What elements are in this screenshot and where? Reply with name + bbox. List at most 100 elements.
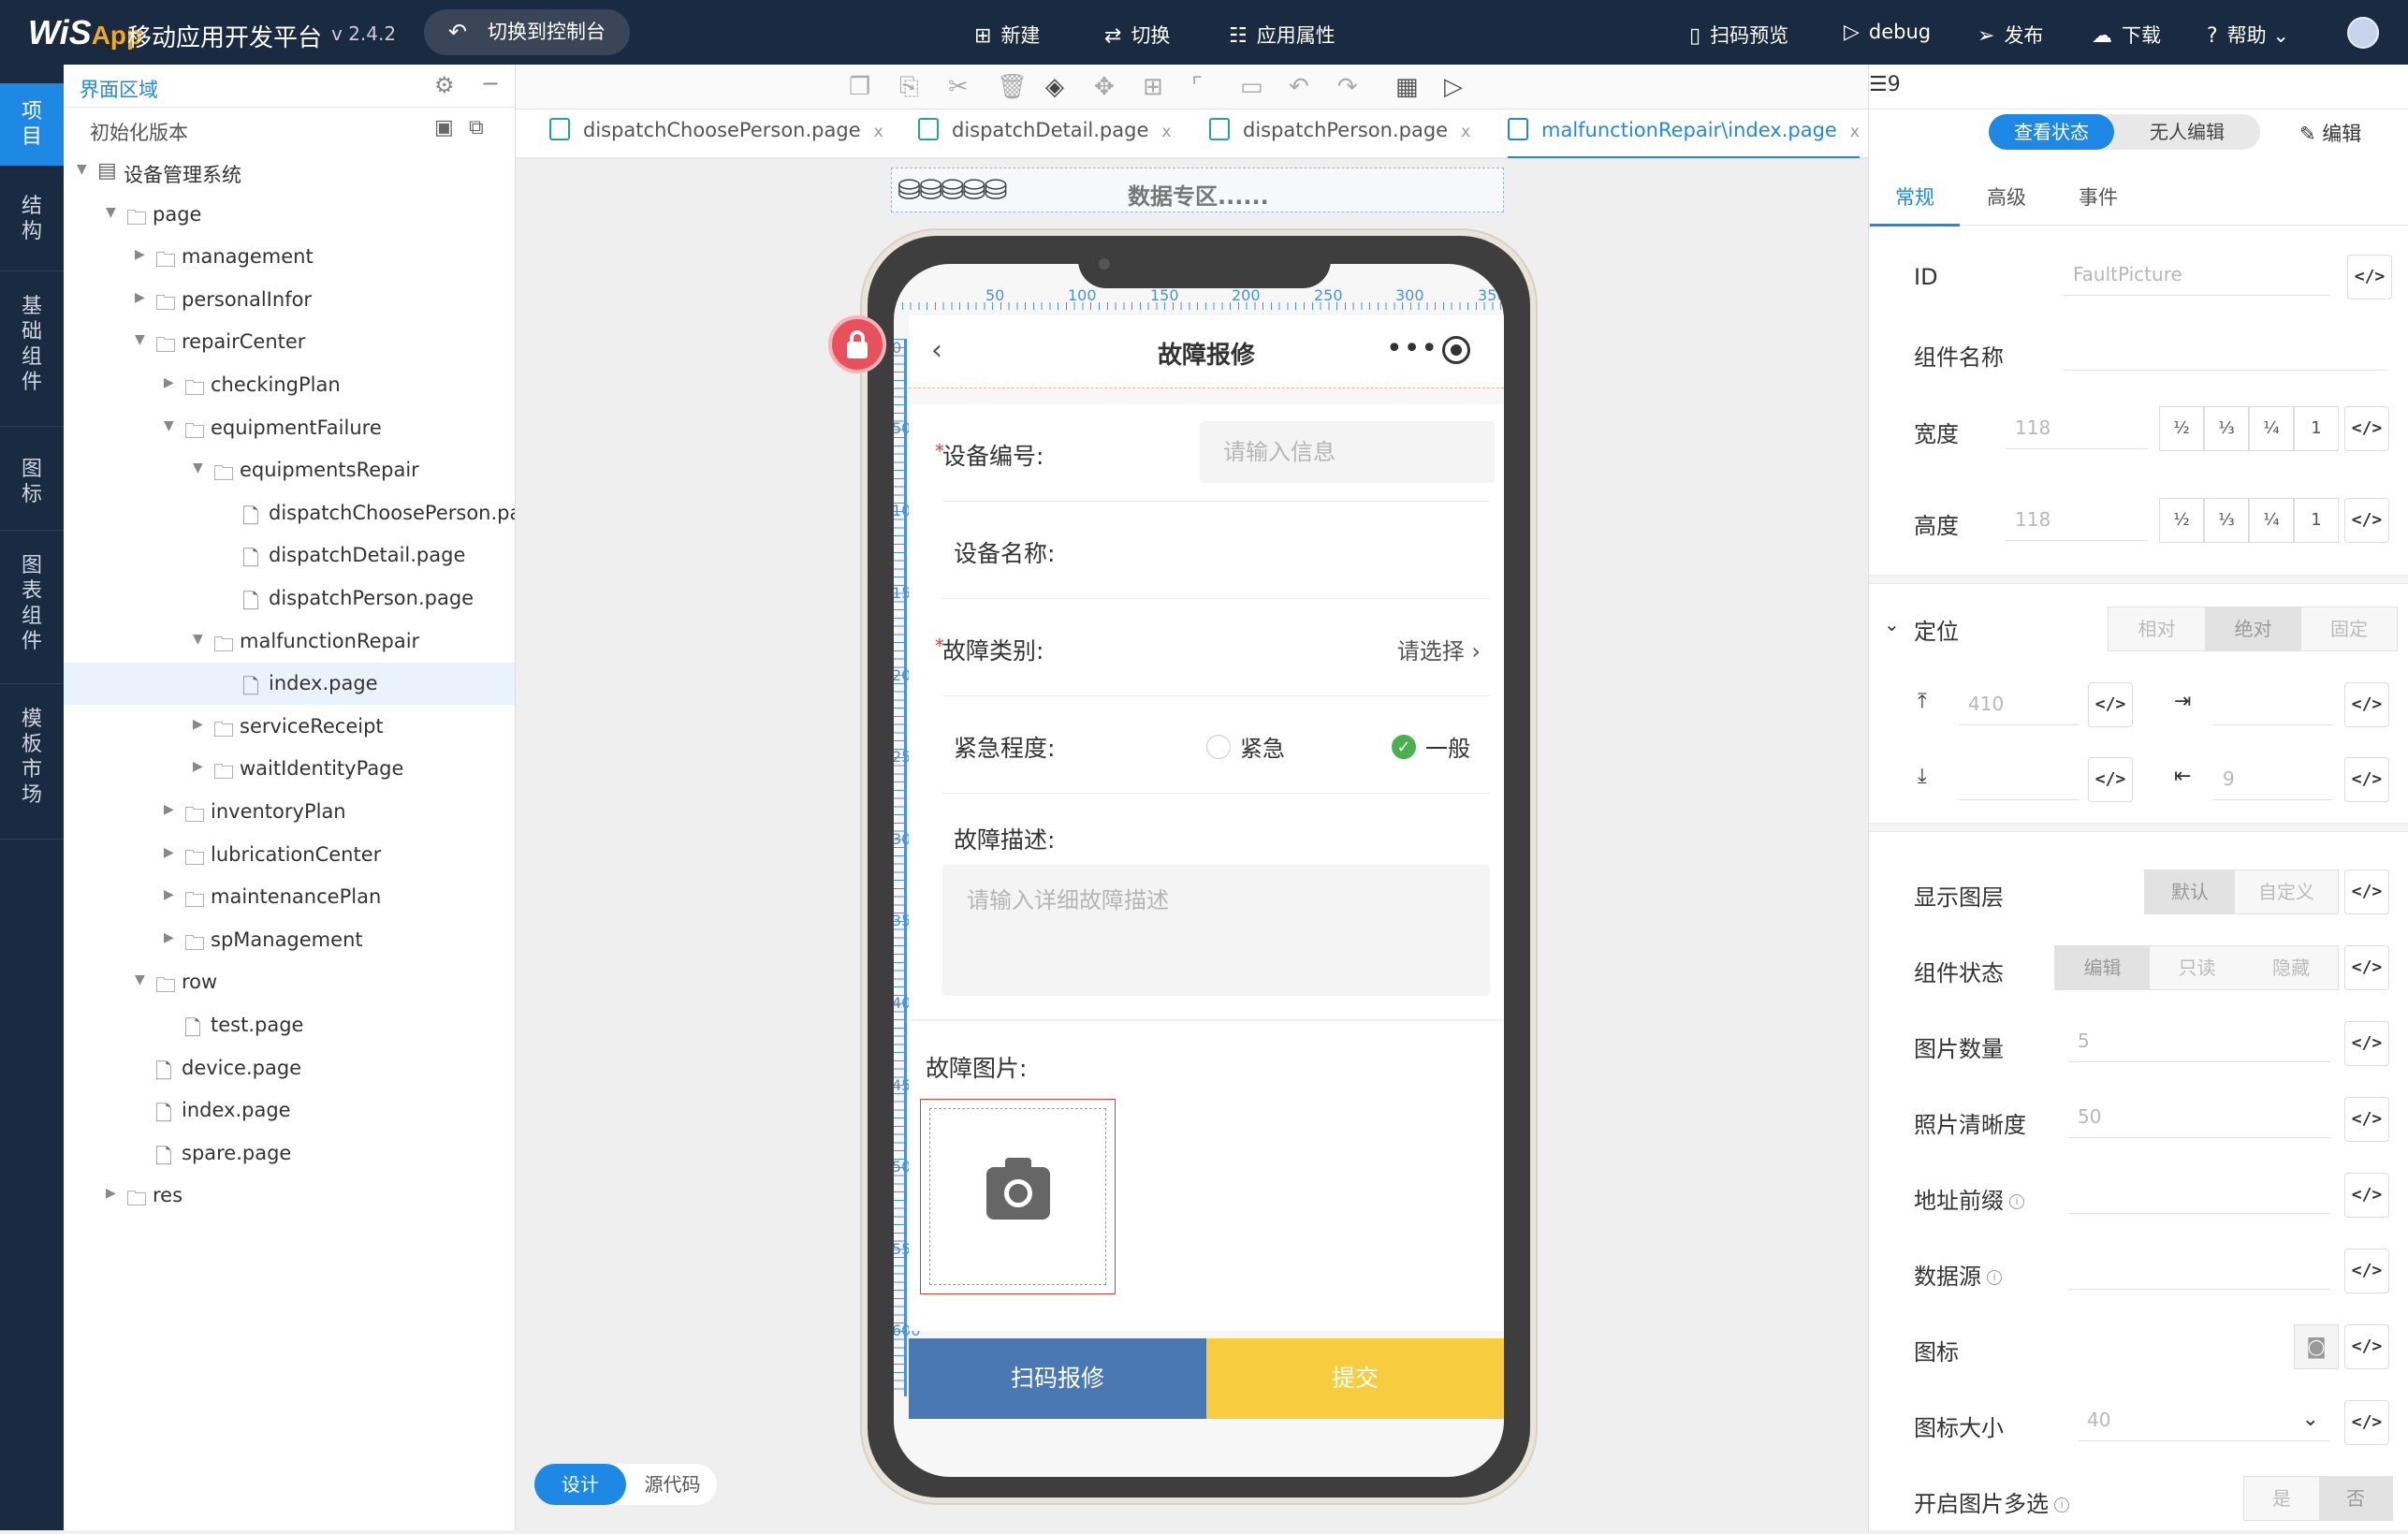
code-button[interactable]: </>	[2344, 498, 2389, 543]
desc-textarea[interactable]: 请输入详细故障描述	[942, 865, 1490, 996]
tree-item[interactable]: ▶ 🗀 checkingPlan	[64, 364, 515, 406]
caret-down-icon[interactable]: ▼	[135, 332, 145, 347]
height-input[interactable]: 118	[2006, 498, 2148, 541]
code-button[interactable]: </>	[2344, 945, 2389, 990]
fault-type-row[interactable]: * 故障类别: 请选择 ›	[935, 599, 1490, 696]
code-button[interactable]: </>	[2344, 869, 2389, 914]
layer-custom-button[interactable]: 自定义	[2235, 870, 2338, 913]
tree-item[interactable]: ▼ 🗀 repairCenter	[64, 321, 515, 363]
info-icon[interactable]: i	[1987, 1270, 2002, 1285]
multi-yes-button[interactable]: 是	[2244, 1477, 2319, 1520]
sidebar-item-template-market[interactable]: 模板市场	[0, 684, 64, 839]
tree-item[interactable]: ▶ 🗀 serviceReceipt	[64, 706, 515, 748]
code-button[interactable]: </>	[2344, 1324, 2389, 1369]
data-area[interactable]: ⛁⛁⛁⛁⛁ 数据专区......	[891, 168, 1504, 212]
code-button[interactable]: </>	[2344, 1400, 2389, 1445]
state-readonly-button[interactable]: 只读	[2150, 946, 2244, 989]
avatar[interactable]	[2347, 17, 2379, 49]
sidebar-item-structure[interactable]: 结构	[0, 166, 64, 270]
multi-no-button[interactable]: 否	[2319, 1477, 2392, 1520]
url-prefix-input[interactable]	[2068, 1171, 2330, 1214]
code-button[interactable]: </>	[2347, 255, 2392, 299]
paste-icon[interactable]: ⎘	[899, 73, 919, 102]
submit-button[interactable]: 提交	[1206, 1338, 1504, 1419]
tab-advanced[interactable]: 高级	[1987, 183, 2026, 211]
design-mode-button[interactable]: 设计	[534, 1464, 626, 1505]
tree-item[interactable]: ▼ 🗀 equipmentsRepair	[64, 449, 515, 491]
device-no-input[interactable]: 请输入信息	[1200, 421, 1495, 483]
qrcode-icon[interactable]: ▦	[1395, 73, 1419, 101]
grid-icon[interactable]: ⊞	[1143, 73, 1163, 101]
tree-item[interactable]: ▶ 🗀 waitIdentityPage	[64, 748, 515, 790]
tree-item[interactable]: ▶ 🗀 management	[64, 236, 515, 278]
info-icon[interactable]: i	[2009, 1194, 2024, 1209]
tree-item[interactable]: 🗋 device.page	[64, 1047, 515, 1089]
tree-item[interactable]: 🗋 index.page	[64, 1089, 515, 1132]
move-icon[interactable]: ✥	[1094, 73, 1115, 101]
caret-down-icon[interactable]: ▼	[106, 205, 116, 220]
caret-right-icon[interactable]: ▶	[164, 887, 174, 902]
sidebar-item-basic-components[interactable]: 基础组件	[0, 271, 64, 426]
scan-repair-button[interactable]: 扫码报修	[909, 1338, 1206, 1419]
urgency-radio-normal[interactable]: ✓ 一般	[1392, 730, 1470, 763]
save-icon[interactable]: ▣	[434, 116, 454, 139]
code-button[interactable]: </>	[2344, 1021, 2389, 1066]
close-icon[interactable]: x	[1461, 123, 1470, 141]
tree-item[interactable]: ▼ 🗀 row	[64, 961, 515, 1003]
layers-icon[interactable]: ◈	[1045, 73, 1064, 101]
tree-item[interactable]: 🗋 spare.page	[64, 1132, 515, 1175]
caret-down-icon[interactable]: ▼	[77, 162, 87, 177]
height-third-button[interactable]: ⅓	[2204, 498, 2249, 543]
caret-right-icon[interactable]: ▶	[164, 845, 174, 860]
caret-right-icon[interactable]: ▶	[164, 802, 174, 817]
tree-item[interactable]: ▼ 🗀 page	[64, 194, 515, 236]
code-button[interactable]: </>	[2088, 757, 2133, 802]
cut-icon[interactable]: ✂	[948, 73, 969, 101]
gear-icon[interactable]: ⚙	[434, 72, 455, 98]
delete-icon[interactable]: 🗑	[997, 73, 1028, 101]
urgency-radio-urgent[interactable]: 紧急	[1206, 730, 1285, 763]
view-state-button[interactable]: 查看状态	[1989, 114, 2114, 150]
tree-item[interactable]: ▶ 🗀 inventoryPlan	[64, 791, 515, 833]
left-offset-input[interactable]: 9	[2213, 757, 2333, 800]
top-offset-input[interactable]: 410	[1959, 682, 2079, 725]
caret-down-icon[interactable]: ▼	[193, 632, 203, 647]
app-properties-button[interactable]: ☷ 应用属性	[1229, 21, 1335, 49]
chevron-down-icon[interactable]: ⌄	[1884, 613, 1900, 636]
sidebar-item-icons[interactable]: 图标	[0, 427, 64, 530]
frame-icon[interactable]: ▭	[1240, 73, 1263, 101]
download-button[interactable]: ☁ 下载	[2092, 21, 2161, 49]
tree-item[interactable]: ▶ 🗀 maintenancePlan	[64, 876, 515, 918]
caret-right-icon[interactable]: ▶	[164, 930, 174, 945]
close-icon[interactable]: x	[1161, 123, 1171, 141]
code-button[interactable]: </>	[2344, 1097, 2389, 1142]
fault-picture-uploader[interactable]	[920, 1099, 1116, 1294]
undo-icon[interactable]: ↶	[1289, 73, 1309, 101]
caret-down-icon[interactable]: ▼	[193, 460, 203, 475]
redo-icon[interactable]: ↷	[1337, 73, 1358, 101]
state-edit-button[interactable]: 编辑	[2055, 946, 2150, 989]
edit-button[interactable]: ✎ 编辑	[2299, 119, 2361, 147]
close-icon[interactable]: x	[874, 123, 883, 141]
tab-list-button[interactable]: ☰9	[1869, 73, 1901, 96]
caret-right-icon[interactable]: ▶	[193, 717, 203, 732]
datasource-input[interactable]	[2068, 1247, 2330, 1290]
code-button[interactable]: </>	[2344, 1173, 2389, 1218]
icon-size-select[interactable]: 40 ⌄	[2078, 1398, 2330, 1441]
new-button[interactable]: ⊞ 新建	[974, 21, 1040, 49]
tree-item[interactable]: ▶ 🗀 spManagement	[64, 919, 515, 961]
switch-to-console-button[interactable]: ↶ 切换到控制台	[424, 9, 630, 55]
lock-icon[interactable]	[828, 315, 886, 373]
record-icon[interactable]	[1442, 336, 1470, 364]
code-button[interactable]: </>	[2344, 406, 2389, 451]
caret-right-icon[interactable]: ▶	[135, 290, 145, 305]
close-icon[interactable]: x	[1850, 123, 1860, 141]
caret-right-icon[interactable]: ▶	[193, 759, 203, 774]
code-button[interactable]: </>	[2344, 1249, 2389, 1293]
fault-type-select[interactable]: 请选择 ›	[1397, 633, 1481, 665]
width-third-button[interactable]: ⅓	[2204, 406, 2249, 451]
code-button[interactable]: </>	[2344, 757, 2389, 802]
switch-button[interactable]: ⇄ 切换	[1104, 21, 1170, 49]
tree-item[interactable]: 🗋 dispatchPerson.page	[64, 577, 515, 620]
minus-icon[interactable]: −	[481, 70, 500, 96]
